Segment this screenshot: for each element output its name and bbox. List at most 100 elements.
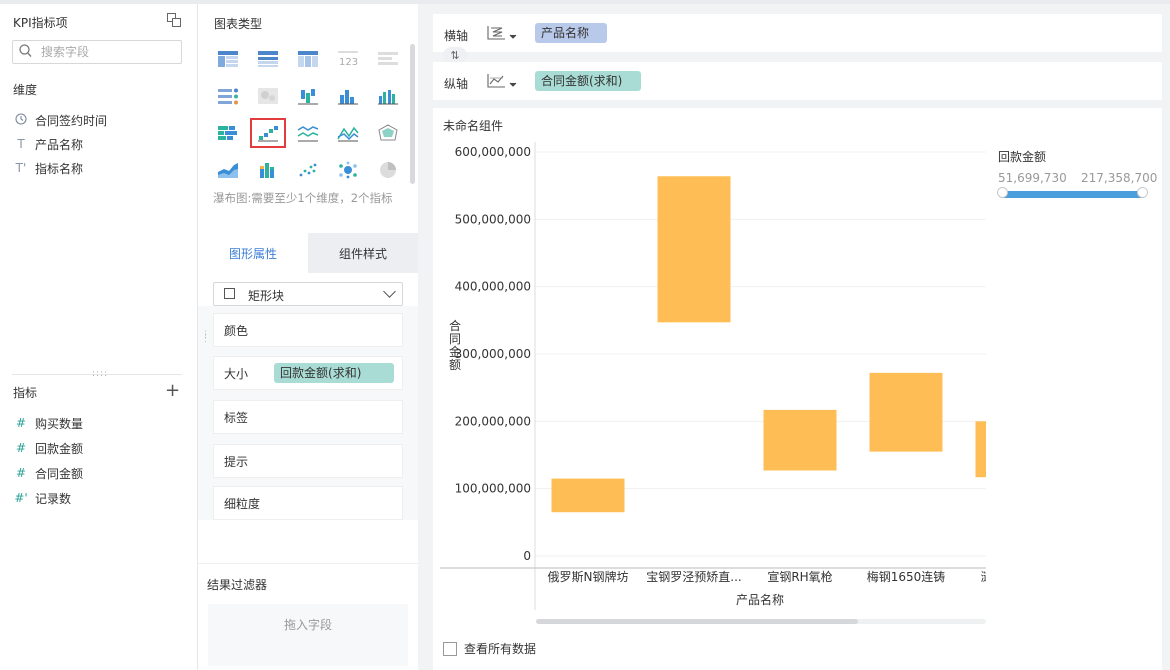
waterfall-bar[interactable] — [763, 409, 837, 471]
y-axis-label: 纵轴 — [444, 77, 469, 91]
view-all-checkbox[interactable] — [443, 641, 457, 656]
tooltip-property[interactable]: 提示 — [213, 444, 403, 478]
y-tick-label: 100,000,000 — [455, 482, 531, 496]
x-tick-labels: 俄罗斯N钢牌坊 宝钢罗泾预矫直... 宣钢RH氧枪 梅钢1650连铸 涟钢 — [548, 569, 994, 584]
tab-graphic-properties[interactable]: 图形属性 — [198, 233, 308, 273]
legend-size-range-bar — [1000, 191, 1146, 198]
field-search[interactable] — [12, 40, 182, 64]
legend-max-value: 217,358,700 — [1081, 171, 1158, 185]
dataset-title: KPI指标项 — [13, 16, 68, 30]
legend-min-value: 51,699,730 — [998, 171, 1067, 185]
color-property[interactable]: 颜色 — [213, 313, 403, 347]
hash-icon: # — [15, 441, 27, 455]
x-axis-field-pill[interactable]: 产品名称 — [535, 23, 607, 43]
chart-type-title: 图表类型 — [214, 17, 263, 31]
chart-type-scrollbar[interactable] — [410, 44, 415, 184]
pie-chart-icon[interactable] — [372, 157, 404, 183]
area-line-icon[interactable] — [332, 120, 364, 146]
x-axis-label: 横轴 — [444, 29, 469, 43]
result-filter-dropzone[interactable]: 拖入字段 — [208, 604, 408, 666]
scatter-chart-icon[interactable] — [292, 157, 324, 183]
splitter-line — [12, 374, 182, 375]
y-tick-label: 400,000,000 — [455, 280, 531, 294]
drag-grip-icon: ⋮ ⋮ — [201, 330, 210, 344]
search-icon — [19, 44, 32, 62]
y-tick-labels: 600,000,000 500,000,000 400,000,000 300,000… — [455, 145, 531, 563]
section-divider — [198, 563, 418, 564]
tab-component-style[interactable]: 组件样式 — [308, 233, 418, 273]
kpi-number-icon[interactable]: 123 — [332, 46, 364, 72]
chart-hscroll-thumb[interactable] — [536, 619, 858, 624]
line-chart-icon[interactable] — [292, 120, 324, 146]
size-property[interactable]: 大小 回款金额(求和) — [213, 356, 403, 390]
y-axis-title: 合同金额 — [449, 318, 461, 372]
metric-section-label: 指标 — [13, 386, 38, 400]
bar-chart-icon[interactable] — [212, 120, 244, 146]
metric-item-contract-amount[interactable]: # 合同金额 — [13, 463, 83, 483]
heatmap-grey-icon[interactable] — [252, 83, 284, 109]
rectangle-icon — [224, 288, 235, 299]
result-filter-title: 结果过滤器 — [207, 578, 268, 592]
size-field-pill[interactable]: 回款金额(求和) — [274, 363, 395, 383]
legend-min-handle[interactable] — [997, 187, 1008, 198]
x-axis-title: 产品名称 — [736, 592, 784, 607]
metric-item-payment-amount[interactable]: # 回款金额 — [13, 438, 83, 458]
hash-icon: # — [15, 466, 27, 480]
field-panel — [0, 4, 198, 670]
view-all-data[interactable]: 查看所有数据 — [443, 640, 536, 657]
dimension-item-product-name[interactable]: T 产品名称 — [13, 134, 107, 154]
line-axis-icon[interactable] — [485, 71, 519, 91]
x-tick-label: 梅钢1650连铸 — [867, 569, 946, 584]
cross-table-icon[interactable] — [212, 46, 244, 72]
text-widget-icon[interactable] — [372, 46, 404, 72]
grouped-column-icon[interactable] — [372, 83, 404, 109]
text-type-icon: T' — [15, 161, 27, 175]
x-tick-label: 涟钢 — [981, 569, 994, 584]
x-tick-label: 宣钢RH氧枪 — [767, 569, 832, 584]
waterfall-bar[interactable] — [975, 421, 987, 478]
search-input[interactable] — [39, 44, 178, 60]
y-tick-label: 600,000,000 — [455, 145, 531, 159]
dimension-section-label: 维度 — [13, 83, 38, 97]
area-chart-icon[interactable] — [212, 157, 244, 183]
mark-type-select[interactable]: 矩形块 — [213, 282, 403, 306]
label-property[interactable]: 标签 — [213, 400, 403, 434]
metric-item-record-count[interactable]: #' 记录数 — [13, 488, 83, 508]
y-tick-label: 0 — [523, 549, 531, 563]
stacked-column-icon[interactable] — [252, 157, 284, 183]
bubble-chart-icon[interactable] — [332, 157, 364, 183]
legend-max-handle[interactable] — [1137, 187, 1148, 198]
clock-icon — [13, 112, 29, 128]
hash-icon: # — [15, 416, 27, 430]
legend-title: 回款金额 — [998, 150, 1047, 164]
x-tick-label: 俄罗斯N钢牌坊 — [548, 569, 629, 584]
column-chart-icon[interactable] — [332, 83, 364, 109]
granularity-property[interactable]: 细粒度 — [213, 486, 403, 520]
property-tabs: 图形属性 组件样式 — [198, 233, 418, 273]
chart-bars — [551, 176, 987, 513]
waterfall-bar[interactable] — [551, 478, 625, 513]
metric-list: # 购买数量 # 回款金额 # 合同金额 #' 记录数 — [13, 413, 83, 508]
grouped-table-icon[interactable] — [252, 46, 284, 72]
radar-chart-icon[interactable] — [372, 120, 404, 146]
dimension-list: 合同签约时间 T 产品名称 T' 指标名称 — [13, 110, 107, 178]
text-type-icon: T — [17, 137, 25, 151]
waterfall-chart-icon[interactable] — [250, 118, 286, 148]
progress-table-icon[interactable] — [212, 83, 244, 109]
svg-text:123: 123 — [339, 57, 358, 68]
detail-table-icon[interactable] — [292, 46, 324, 72]
waterfall-axis-icon[interactable] — [485, 23, 519, 43]
y-tick-label: 200,000,000 — [455, 414, 531, 428]
add-metric-icon[interactable]: + — [165, 380, 180, 401]
dimension-item-contract-time[interactable]: 合同签约时间 — [13, 110, 107, 130]
waterfall-bar[interactable] — [869, 372, 943, 452]
boxplot-icon[interactable] — [292, 83, 324, 109]
metric-item-purchase-qty[interactable]: # 购买数量 — [13, 413, 83, 433]
waterfall-bar[interactable] — [657, 176, 731, 323]
x-axis-row: 横轴 产品名称 — [433, 14, 1162, 52]
y-axis-row: 纵轴 合同金额(求和) — [433, 62, 1162, 100]
switch-dataset-icon[interactable] — [166, 12, 182, 28]
chevron-down-icon — [383, 285, 396, 298]
y-axis-field-pill[interactable]: 合同金额(求和) — [535, 71, 641, 91]
dimension-item-indicator-name[interactable]: T' 指标名称 — [13, 158, 107, 178]
